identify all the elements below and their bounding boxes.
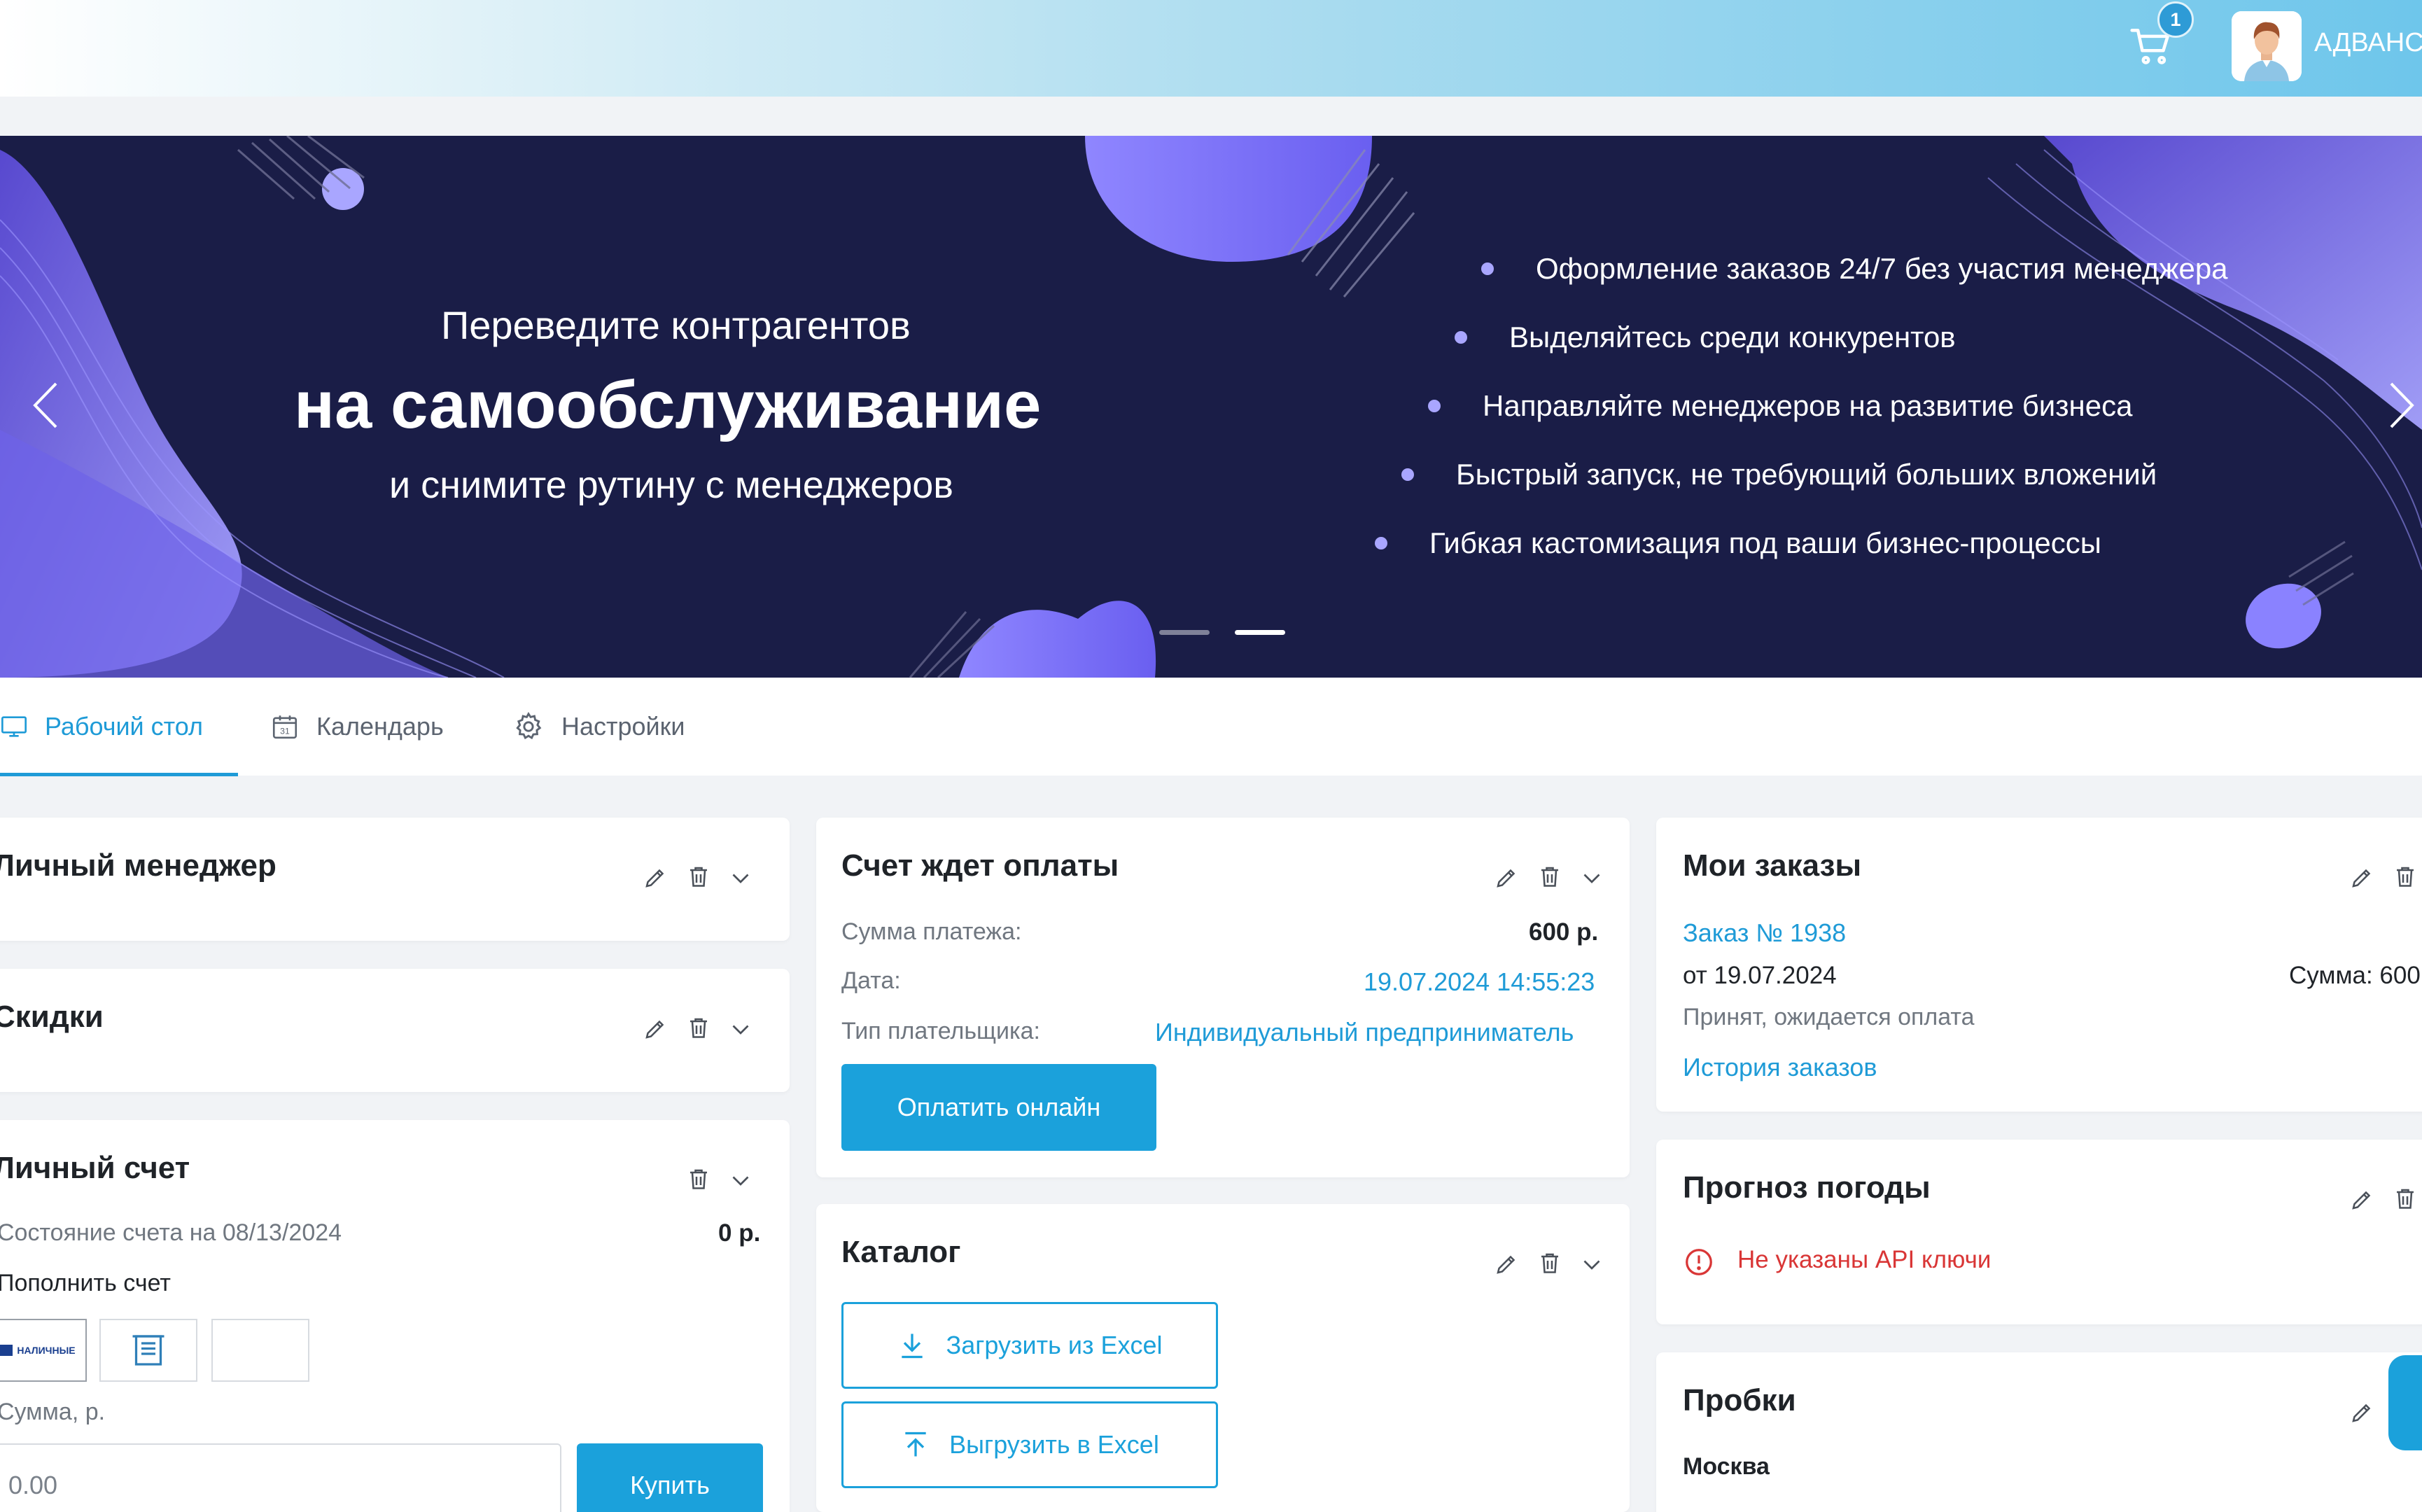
active-tab-indicator bbox=[0, 773, 238, 776]
widget-discounts: Скидки bbox=[0, 969, 790, 1092]
widget-title: Счет ждет оплаты bbox=[841, 848, 1119, 883]
collapse-chevron-icon[interactable] bbox=[1579, 1252, 1604, 1277]
widget-title: Мои заказы bbox=[1683, 848, 1862, 883]
widget-title: Пробки bbox=[1683, 1383, 1796, 1418]
calendar-icon: 31 bbox=[272, 715, 298, 739]
account-status-value: 0 р. bbox=[718, 1219, 761, 1247]
payment-sum-value: 600 р. bbox=[1529, 918, 1599, 946]
widget-title: Личный менеджер bbox=[0, 848, 276, 883]
widget-title: Прогноз погоды bbox=[1683, 1170, 1931, 1205]
traffic-city: Москва bbox=[1683, 1453, 1770, 1480]
order-status: Принят, ожидается оплата bbox=[1683, 1004, 1975, 1030]
top-header bbox=[0, 0, 2422, 97]
banner-bullet: Выделяйтесь среди конкурентов bbox=[1455, 321, 1956, 354]
widget-traffic: Пробки bbox=[1656, 1352, 2422, 1512]
pay-option-invoice[interactable] bbox=[99, 1319, 197, 1382]
delete-trash-icon[interactable] bbox=[1537, 864, 1562, 889]
banner-bullet: Быстрый запуск, не требующий больших вло… bbox=[1401, 458, 2157, 491]
delete-trash-icon[interactable] bbox=[2393, 1186, 2418, 1211]
amount-label: Сумма, р. bbox=[0, 1399, 106, 1425]
bullet-dot-icon bbox=[1401, 468, 1414, 481]
export-excel-button[interactable]: Выгрузить в Excel bbox=[841, 1401, 1218, 1488]
collapse-chevron-icon[interactable] bbox=[1579, 865, 1604, 890]
promo-banner: Переведите контрагентов на самообслужива… bbox=[0, 136, 2422, 678]
widget-title: Каталог bbox=[841, 1235, 961, 1269]
collapse-chevron-icon[interactable] bbox=[728, 1016, 753, 1042]
widget-personal-manager: Личный менеджер bbox=[0, 818, 790, 941]
account-status-label: Состояние счета на 08/13/2024 bbox=[0, 1219, 342, 1246]
user-name[interactable]: АДВАНС bbox=[2314, 28, 2422, 58]
carousel-next-arrow-icon[interactable] bbox=[2380, 374, 2422, 437]
collapse-chevron-icon[interactable] bbox=[728, 865, 753, 890]
payment-sum-label: Сумма платежа: bbox=[841, 918, 1022, 945]
bullet-dot-icon bbox=[1455, 331, 1467, 344]
pay-option-empty[interactable] bbox=[211, 1319, 309, 1382]
monitor-icon bbox=[1, 716, 27, 737]
banner-title-line1: Переведите контрагентов bbox=[441, 303, 911, 347]
delete-trash-icon[interactable] bbox=[1537, 1250, 1562, 1275]
widget-title: Личный счет bbox=[0, 1151, 190, 1185]
banner-title-line3: и снимите рутину с менеджеров bbox=[389, 464, 953, 506]
widget-weather: Прогноз погоды bbox=[1656, 1140, 2422, 1324]
topup-label: Пополнить счет bbox=[0, 1270, 171, 1296]
import-excel-button[interactable]: Загрузить из Excel bbox=[841, 1302, 1218, 1389]
edit-pencil-icon[interactable] bbox=[1494, 865, 1519, 890]
bullet-dot-icon bbox=[1481, 262, 1494, 275]
invoice-date-value: 19.07.2024 14:55:23 bbox=[1364, 967, 1595, 996]
gear-icon bbox=[516, 712, 542, 740]
order-sum: Сумма: 600 bbox=[2289, 962, 2421, 989]
carousel-dot-2[interactable] bbox=[1235, 630, 1285, 635]
cart-count-badge: 1 bbox=[2157, 1, 2194, 38]
delete-trash-icon[interactable] bbox=[2393, 864, 2418, 889]
tab-calendar[interactable]: 31 Календарь bbox=[270, 678, 444, 776]
carousel-prev-arrow-icon[interactable] bbox=[25, 374, 67, 437]
order-link[interactable]: Заказ № 1938 bbox=[1683, 918, 1846, 948]
payer-type-label: Тип плательщика: bbox=[841, 1018, 1041, 1044]
delete-trash-icon[interactable] bbox=[686, 864, 711, 889]
tab-desktop[interactable]: Рабочий стол bbox=[0, 678, 203, 776]
delete-trash-icon[interactable] bbox=[686, 1015, 711, 1040]
error-alert-icon bbox=[1683, 1246, 1715, 1278]
edit-pencil-icon[interactable] bbox=[2349, 865, 2374, 890]
order-history-link[interactable]: История заказов bbox=[1683, 1053, 1877, 1082]
order-date: от 19.07.2024 bbox=[1683, 962, 1837, 989]
bullet-dot-icon bbox=[1428, 400, 1441, 412]
bullet-dot-icon bbox=[1375, 537, 1387, 550]
user-avatar[interactable] bbox=[2232, 11, 2302, 81]
pay-online-button[interactable]: Оплатить онлайн bbox=[841, 1064, 1156, 1151]
widget-title: Скидки bbox=[0, 1000, 104, 1034]
banner-bullet: Оформление заказов 24/7 без участия мене… bbox=[1481, 252, 2228, 286]
tab-bar: Рабочий стол 31 Календарь Настройки bbox=[0, 678, 2422, 776]
download-icon bbox=[902, 1334, 923, 1359]
edit-pencil-icon[interactable] bbox=[643, 865, 668, 890]
tab-settings[interactable]: Настройки bbox=[512, 678, 685, 776]
banner-bullet: Гибкая кастомизация под ваши бизнес-проц… bbox=[1375, 526, 2101, 560]
collapse-chevron-icon[interactable] bbox=[728, 1168, 753, 1193]
banner-title-line2: на самообслуживание bbox=[294, 368, 1042, 442]
edit-pencil-icon[interactable] bbox=[2349, 1400, 2374, 1425]
edit-pencil-icon[interactable] bbox=[643, 1016, 668, 1042]
banner-bullet: Направляйте менеджеров на развитие бизне… bbox=[1428, 389, 2132, 423]
weather-error-text: Не указаны API ключи bbox=[1737, 1246, 1991, 1273]
upload-icon bbox=[905, 1432, 926, 1457]
svg-text:31: 31 bbox=[280, 727, 290, 736]
edit-pencil-icon[interactable] bbox=[2349, 1187, 2374, 1212]
delete-trash-icon[interactable] bbox=[686, 1166, 711, 1191]
amount-input[interactable]: 0.00 bbox=[0, 1443, 561, 1512]
receipt-icon bbox=[132, 1335, 164, 1366]
invoice-date-label: Дата: bbox=[841, 967, 901, 994]
pay-option-cash[interactable]: НАЛИЧНЫЕ bbox=[0, 1319, 87, 1382]
carousel-dot-1[interactable] bbox=[1159, 630, 1210, 635]
edit-pencil-icon[interactable] bbox=[1494, 1252, 1519, 1277]
side-panel-toggle[interactable] bbox=[2388, 1355, 2422, 1450]
payer-type-value[interactable]: Индивидуальный предприниматель bbox=[1155, 1018, 1574, 1047]
cash-card-icon bbox=[0, 1345, 13, 1356]
buy-button[interactable]: Купить bbox=[577, 1443, 763, 1512]
